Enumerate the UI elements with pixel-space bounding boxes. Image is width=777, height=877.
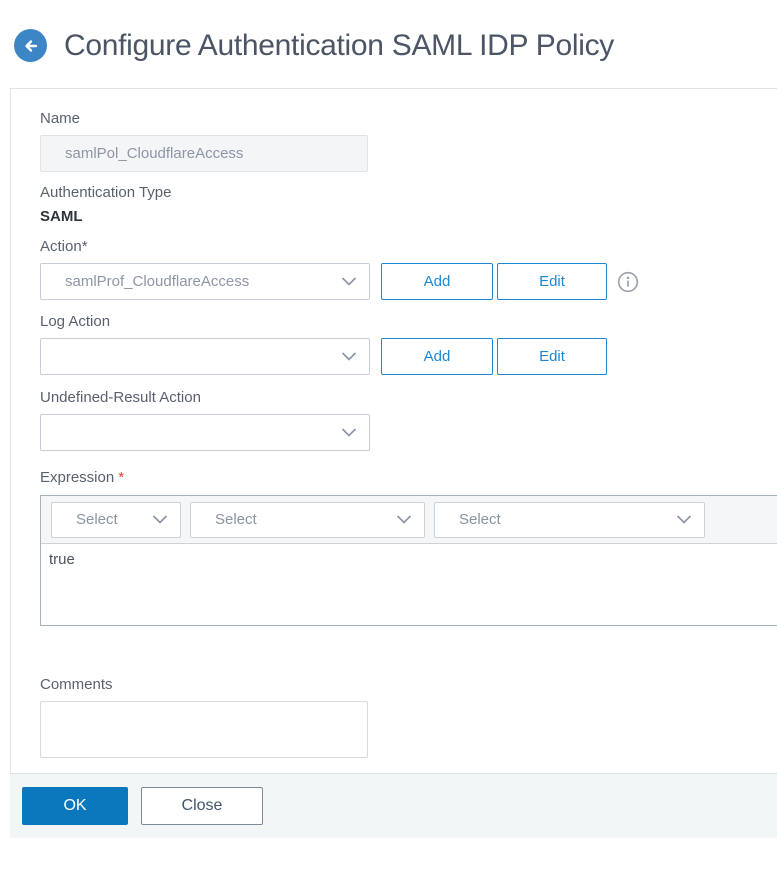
comments-label: Comments	[40, 676, 113, 693]
action-dropdown-value: samlProf_CloudflareAccess	[65, 273, 250, 290]
info-icon[interactable]	[617, 271, 639, 293]
auth-type-group: Authentication Type SAML	[40, 184, 171, 225]
action-label: Action*	[40, 238, 88, 255]
comments-group: Comments	[40, 676, 368, 758]
log-action-label: Log Action	[40, 313, 111, 330]
expression-select-3-value: Select	[459, 511, 501, 528]
auth-type-value: SAML	[40, 208, 83, 225]
chevron-down-icon	[152, 515, 168, 524]
undefined-result-action-label: Undefined-Result Action	[40, 389, 201, 406]
required-asterisk: *	[118, 469, 125, 486]
expression-editor: Select Select Select true	[40, 495, 777, 626]
log-action-dropdown[interactable]	[40, 338, 370, 375]
back-button[interactable]	[14, 29, 47, 62]
chevron-down-icon	[341, 277, 357, 286]
expression-select-1-value: Select	[76, 511, 118, 528]
expression-textarea[interactable]: true	[41, 544, 777, 625]
name-input[interactable]	[40, 135, 368, 172]
chevron-down-icon	[341, 352, 357, 361]
auth-type-label: Authentication Type	[40, 184, 172, 201]
expression-select-2-value: Select	[215, 511, 257, 528]
expression-group: Expression * Select Select Select true	[40, 469, 777, 626]
expression-label-text: Expression	[40, 469, 115, 486]
name-label: Name	[40, 110, 81, 127]
configure-saml-idp-policy-page: Configure Authentication SAML IDP Policy…	[0, 0, 777, 877]
undefined-result-action-dropdown[interactable]	[40, 414, 370, 451]
expression-select-3[interactable]: Select	[434, 501, 705, 538]
expression-label: Expression *	[40, 469, 777, 486]
chevron-down-icon	[676, 515, 692, 524]
name-field-group: Name	[40, 110, 368, 172]
log-action-add-button[interactable]: Add	[381, 338, 493, 375]
comments-textarea[interactable]	[40, 701, 368, 758]
log-action-field-group: Log Action Add Edit	[40, 313, 607, 375]
page-title: Configure Authentication SAML IDP Policy	[64, 29, 614, 62]
footer-action-bar: OK Close	[10, 773, 777, 838]
action-edit-button[interactable]: Edit	[497, 263, 607, 300]
expression-select-2[interactable]: Select	[190, 501, 425, 538]
expression-toolbar: Select Select Select	[41, 496, 777, 544]
arrow-left-icon	[22, 37, 40, 55]
chevron-down-icon	[396, 515, 412, 524]
action-add-button[interactable]: Add	[381, 263, 493, 300]
close-button[interactable]: Close	[141, 787, 263, 825]
log-action-edit-button[interactable]: Edit	[497, 338, 607, 375]
action-dropdown[interactable]: samlProf_CloudflareAccess	[40, 263, 370, 300]
chevron-down-icon	[341, 428, 357, 437]
ok-button[interactable]: OK	[22, 787, 128, 825]
action-field-group: Action* samlProf_CloudflareAccess Add Ed…	[40, 238, 639, 300]
undefined-result-action-group: Undefined-Result Action	[40, 389, 370, 451]
expression-select-1[interactable]: Select	[51, 501, 181, 538]
